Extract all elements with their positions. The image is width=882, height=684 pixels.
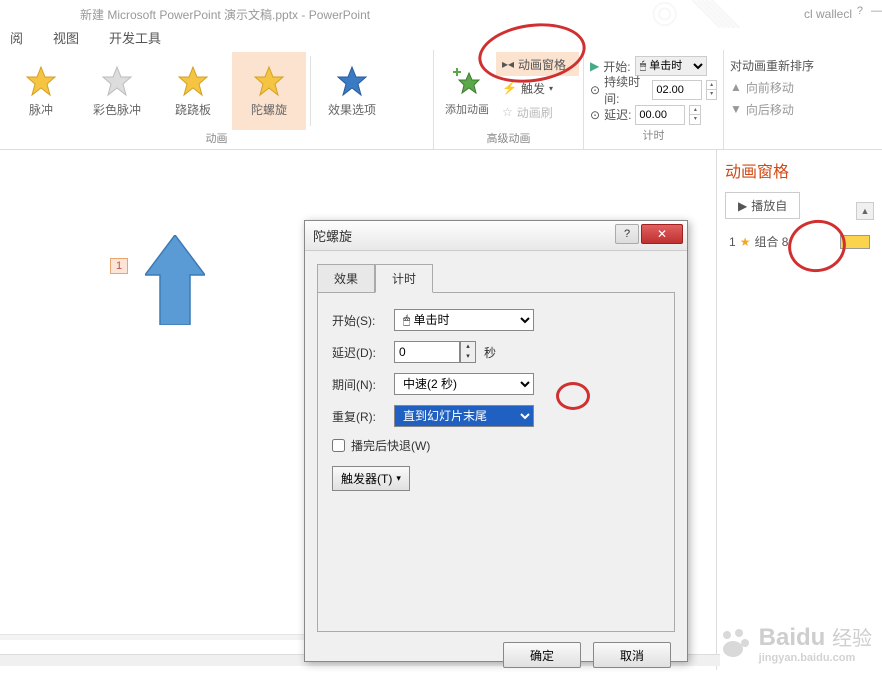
dialog-close-button[interactable]: ✕: [641, 224, 683, 244]
ribbon: 脉冲 彩色脉冲 跷跷板 陀螺旋 效果选项 动画: [0, 50, 882, 150]
star-icon: [177, 65, 209, 97]
tab-dev[interactable]: 开发工具: [109, 28, 161, 50]
ribbon-group-adv-anim: 添加动画 ▸◂ 动画窗格 ⚡ 触发 ▾ ☆ 动画刷 高级动画: [434, 50, 584, 149]
decoration-icon: [642, 0, 762, 28]
delay-spinner[interactable]: ▴▾: [460, 341, 476, 363]
minimize-icon[interactable]: —: [871, 5, 882, 17]
ribbon-group-reorder: 对动画重新排序 ▲向前移动 ▼向后移动: [724, 50, 864, 149]
timing-dialog: 陀螺旋 ? ✕ 效果 计时 开始(S): 🖱 单击时 延迟(D): ▴▾ 秒 期…: [304, 220, 688, 662]
delay-row: ⊙ 延迟: ▴▾: [590, 103, 717, 127]
window-controls: ? —: [857, 5, 882, 17]
anim-colorpulse-button[interactable]: 彩色脉冲: [80, 52, 154, 130]
anim-list-item[interactable]: 1 ★ 组合 8: [725, 229, 874, 254]
dialog-body: 开始(S): 🖱 单击时 延迟(D): ▴▾ 秒 期间(N): 中速(2 秒) …: [317, 292, 675, 632]
duration-input[interactable]: [652, 80, 702, 100]
anim-spin-button[interactable]: 陀螺旋: [232, 52, 306, 130]
delay-row: 延迟(D): ▴▾ 秒: [332, 341, 660, 363]
move-forward-button: ▲向前移动: [730, 76, 858, 98]
animation-pane-button[interactable]: ▸◂ 动画窗格: [496, 52, 579, 76]
painter-icon: ☆: [502, 105, 513, 119]
ribbon-group-label: 动画: [4, 130, 429, 148]
menu-tabs: 阅 视图 开发工具: [0, 28, 882, 50]
animation-pane: 动画窗格 ▶ 播放自 ▲ 1 ★ 组合 8: [716, 150, 882, 670]
tab-effect[interactable]: 效果: [317, 264, 375, 293]
star-icon: ★: [740, 235, 751, 249]
title-bar: 新建 Microsoft PowerPoint 演示文稿.pptx - Powe…: [0, 0, 882, 28]
paw-icon: [717, 625, 753, 661]
tab-read[interactable]: 阅: [10, 28, 23, 50]
window-title: 新建 Microsoft PowerPoint 演示文稿.pptx - Powe…: [80, 6, 370, 23]
rewind-checkbox[interactable]: [332, 439, 345, 452]
cancel-button[interactable]: 取消: [593, 642, 671, 668]
delay-input[interactable]: [635, 105, 685, 125]
plus-star-icon: [451, 65, 483, 97]
clock-icon: ⊙: [590, 108, 600, 122]
repeat-select[interactable]: 直到幻灯片末尾: [394, 405, 534, 427]
repeat-row: 重复(R): 直到幻灯片末尾: [332, 405, 660, 427]
animation-badge[interactable]: 1: [110, 258, 128, 274]
tab-timing[interactable]: 计时: [375, 264, 433, 293]
start-row: 开始(S): 🖱 单击时: [332, 309, 660, 331]
play-icon: ▶: [738, 199, 747, 213]
dialog-title-bar[interactable]: 陀螺旋 ? ✕: [305, 221, 687, 251]
ok-button[interactable]: 确定: [503, 642, 581, 668]
arrow-shape[interactable]: [145, 235, 205, 325]
effect-options-button[interactable]: 效果选项: [315, 52, 389, 130]
ribbon-group-label: 高级动画: [438, 130, 579, 148]
move-backward-button: ▼向后移动: [730, 98, 858, 120]
duration-spinner[interactable]: ▴▾: [706, 80, 717, 100]
dialog-tabs: 效果 计时: [305, 251, 687, 292]
chevron-down-icon: ▾: [396, 473, 401, 484]
star-icon: [253, 65, 285, 97]
anim-teeter-button[interactable]: 跷跷板: [156, 52, 230, 130]
play-from-button[interactable]: ▶ 播放自: [725, 192, 800, 219]
ribbon-group-label: 计时: [590, 127, 717, 145]
dialog-help-button[interactable]: ?: [615, 224, 639, 244]
duration-row: ⊙ 持续时间: ▴▾: [590, 78, 717, 102]
reorder-title: 对动画重新排序: [730, 54, 858, 76]
help-icon[interactable]: ?: [857, 5, 863, 17]
trigger-button[interactable]: 触发器(T) ▾: [332, 466, 410, 491]
timeline-bar[interactable]: [840, 235, 870, 249]
star-icon: [25, 65, 57, 97]
trigger-icon: ⚡: [502, 81, 517, 95]
ribbon-group-animation: 脉冲 彩色脉冲 跷跷板 陀螺旋 效果选项 动画: [0, 50, 434, 149]
duration-select[interactable]: 中速(2 秒): [394, 373, 534, 395]
user-label: cl wallecl: [804, 7, 852, 21]
item-label: 组合 8: [754, 233, 788, 250]
pane-icon: ▸◂: [502, 57, 514, 71]
delay-spinner[interactable]: ▴▾: [689, 105, 701, 125]
star-icon: [336, 65, 368, 97]
anim-pulse-button[interactable]: 脉冲: [4, 52, 78, 130]
pane-title: 动画窗格: [725, 158, 874, 182]
scroll-up-button[interactable]: ▲: [856, 202, 874, 220]
delay-input[interactable]: [394, 341, 460, 363]
down-arrow-icon: ▼: [730, 102, 742, 116]
tab-view[interactable]: 视图: [53, 28, 79, 50]
add-animation-button[interactable]: 添加动画: [438, 52, 496, 130]
trigger-button[interactable]: ⚡ 触发 ▾: [496, 76, 579, 100]
clock-icon: ⊙: [590, 83, 600, 97]
duration-row: 期间(N): 中速(2 秒): [332, 373, 660, 395]
item-index: 1: [729, 235, 736, 249]
star-icon: [101, 65, 133, 97]
start-select[interactable]: 🖱 单击时: [394, 309, 534, 331]
chevron-down-icon: ▾: [549, 84, 553, 93]
rewind-row: 播完后快退(W): [332, 437, 660, 454]
dialog-buttons: 确定 取消: [305, 632, 687, 678]
animation-painter-button: ☆ 动画刷: [496, 100, 579, 124]
up-arrow-icon: ▲: [730, 80, 742, 94]
ribbon-group-timing: ▶ 开始: 🖱 单击时 ⊙ 持续时间: ▴▾ ⊙ 延迟: ▴▾ 计时: [584, 50, 724, 149]
play-icon: ▶: [590, 59, 599, 73]
watermark: Baidu 经验 jingyan.baidu.com: [717, 622, 872, 664]
